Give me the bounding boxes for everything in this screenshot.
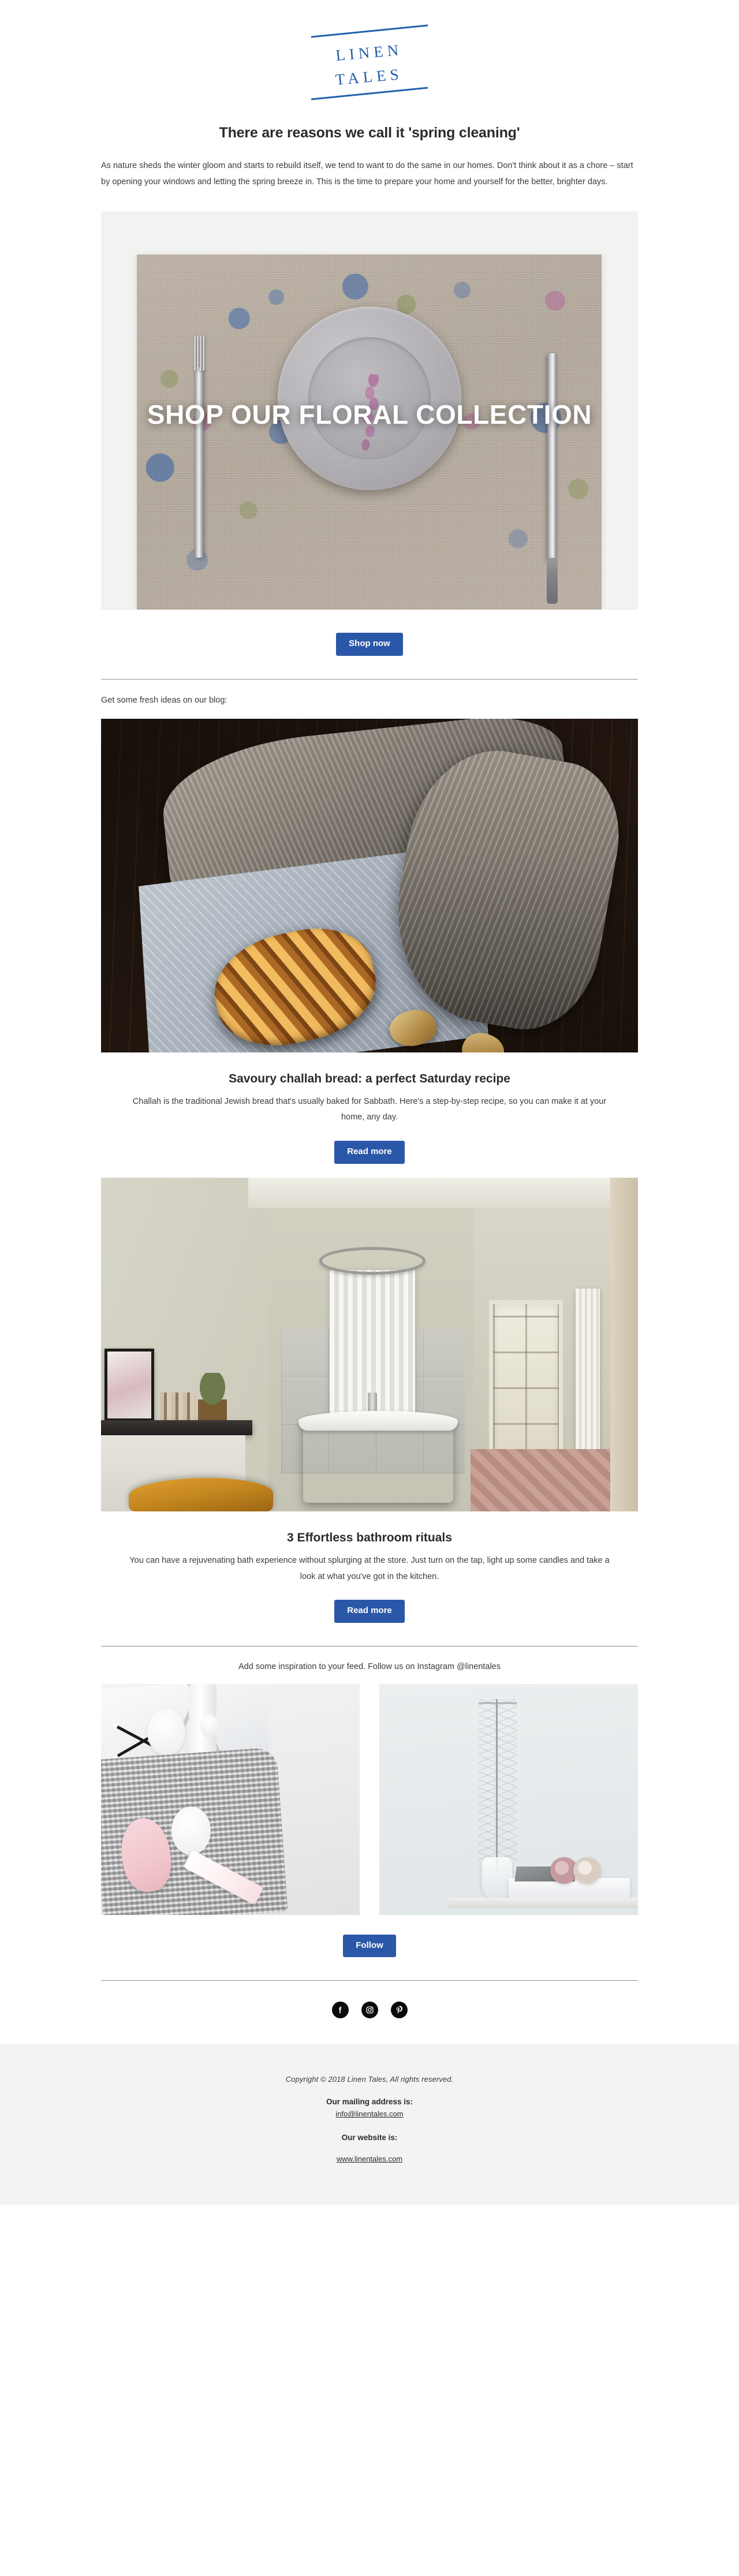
pinterest-link[interactable] bbox=[390, 2002, 408, 2019]
website-link[interactable]: www.linentales.com bbox=[337, 2155, 402, 2163]
instagram-photo-grid bbox=[101, 1683, 638, 1915]
books-stack bbox=[160, 1392, 196, 1421]
read-more-row-challah: Read more bbox=[101, 1141, 638, 1164]
facebook-icon bbox=[338, 2007, 341, 2014]
instagram-photo-2[interactable] bbox=[379, 1683, 638, 1915]
bathtub-rim bbox=[298, 1410, 458, 1431]
intro-paragraph: As nature sheds the winter gloom and sta… bbox=[101, 160, 633, 186]
follow-row: Follow bbox=[101, 1934, 638, 1958]
article-bathroom: 3 Effortless bathroom rituals You can ha… bbox=[101, 1177, 638, 1623]
article-image-challah[interactable] bbox=[101, 718, 638, 1052]
shop-now-button[interactable]: Shop now bbox=[336, 633, 403, 656]
hero-image[interactable]: SHOP OUR FLORAL COLLECTION bbox=[101, 211, 638, 610]
read-more-button-bathroom[interactable]: Read more bbox=[334, 1600, 405, 1623]
article-image-bathroom[interactable] bbox=[101, 1177, 638, 1511]
social-links bbox=[101, 1981, 638, 2044]
article-body: You can have a rejuvenating bath experie… bbox=[129, 1555, 610, 1581]
framed-picture bbox=[104, 1348, 154, 1421]
article-challah: Savoury challah bread: a perfect Saturda… bbox=[101, 718, 638, 1164]
fork-icon bbox=[195, 367, 203, 558]
plant-vase bbox=[198, 1372, 227, 1421]
dried-branch bbox=[479, 1698, 517, 1861]
shelf-surface bbox=[449, 1897, 638, 1908]
email-newsletter: LINEN TALES There are reasons we call it… bbox=[0, 0, 739, 2205]
svg-text:TALES: TALES bbox=[335, 65, 404, 88]
pinterest-icon bbox=[396, 2006, 402, 2014]
svg-text:LINEN: LINEN bbox=[335, 41, 403, 64]
marble-mantel bbox=[101, 1420, 252, 1435]
radiator bbox=[576, 1288, 600, 1462]
follow-button[interactable]: Follow bbox=[343, 1934, 396, 1958]
read-more-row-bathroom: Read more bbox=[101, 1600, 638, 1623]
shower-rail bbox=[319, 1246, 426, 1275]
branch-stem bbox=[496, 1698, 498, 1871]
window-panes bbox=[493, 1304, 559, 1461]
window-door bbox=[489, 1300, 563, 1465]
website-label: Our website is: bbox=[341, 2133, 398, 2142]
logo-svg: LINEN TALES bbox=[311, 24, 428, 100]
brand-logo-block: LINEN TALES bbox=[0, 0, 739, 120]
footer: Copyright © 2018 Linen Tales, All rights… bbox=[0, 2044, 739, 2205]
instagram-lead-text: Add some inspiration to your feed. Follo… bbox=[238, 1662, 501, 1671]
email-content: There are reasons we call it 'spring cle… bbox=[101, 120, 638, 2044]
white-jar bbox=[200, 1713, 219, 1738]
article-body: Challah is the traditional Jewish bread … bbox=[132, 1096, 607, 1122]
article-title: 3 Effortless bathroom rituals bbox=[287, 1530, 452, 1544]
rolled-towel-beige bbox=[573, 1857, 601, 1884]
right-curtain bbox=[610, 1177, 638, 1511]
cotton-pad-bottom bbox=[171, 1806, 211, 1855]
hero-section: SHOP OUR FLORAL COLLECTION bbox=[101, 211, 638, 610]
article-title: Savoury challah bread: a perfect Saturda… bbox=[229, 1072, 510, 1085]
shop-now-row: Shop now bbox=[101, 633, 638, 656]
mailing-address-label: Our mailing address is: bbox=[326, 2097, 413, 2107]
instagram-link[interactable] bbox=[361, 2002, 378, 2019]
facebook-link[interactable] bbox=[331, 2002, 349, 2019]
glass-vase bbox=[482, 1857, 512, 1900]
page-title: There are reasons we call it 'spring cle… bbox=[219, 125, 520, 141]
copyright-text: Copyright © 2018 Linen Tales, All rights… bbox=[285, 2075, 454, 2084]
read-more-button-challah[interactable]: Read more bbox=[334, 1141, 405, 1164]
email-link[interactable]: info@linentales.com bbox=[335, 2110, 403, 2118]
hero-overlay-title: SHOP OUR FLORAL COLLECTION bbox=[147, 399, 592, 430]
instagram-photo-1[interactable] bbox=[101, 1683, 360, 1915]
copper-bathtub bbox=[303, 1419, 453, 1503]
linen-tales-logo[interactable]: LINEN TALES bbox=[303, 22, 436, 103]
instagram-icon bbox=[365, 2006, 374, 2014]
cotton-pad-top bbox=[147, 1708, 185, 1756]
bathroom-ceiling bbox=[248, 1177, 638, 1208]
knife-icon bbox=[547, 353, 558, 604]
blog-lead-text: Get some fresh ideas on our blog: bbox=[101, 695, 227, 705]
